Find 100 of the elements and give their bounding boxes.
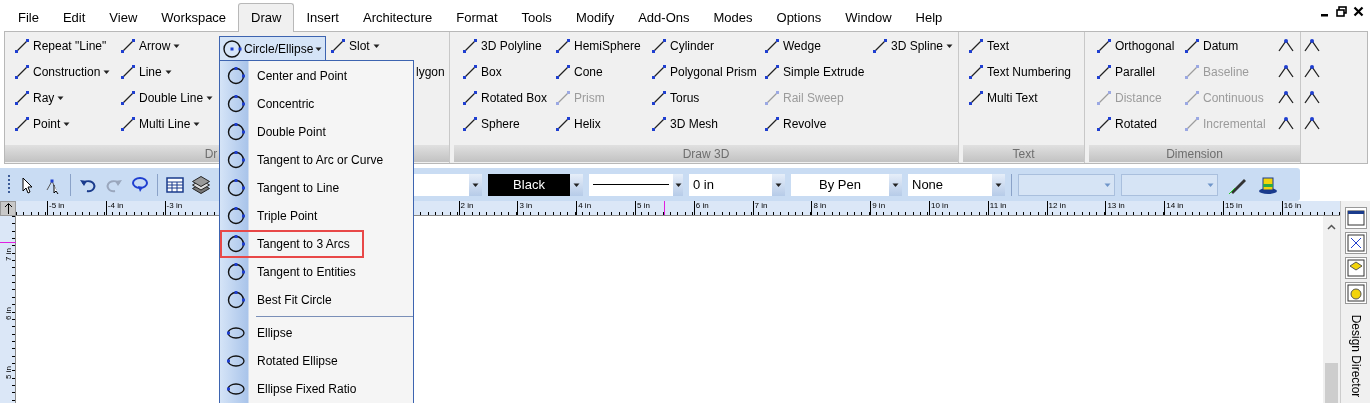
tool-button[interactable]: Point <box>14 111 71 137</box>
restore-icon[interactable] <box>1336 6 1347 17</box>
dimension-tool-icon[interactable] <box>1303 115 1321 131</box>
tool-button[interactable]: Sphere <box>462 111 520 137</box>
tool-button[interactable]: Slot <box>330 33 380 59</box>
scrollbar-thumb[interactable] <box>1325 363 1338 403</box>
tool-button[interactable]: Cone <box>555 59 603 85</box>
caret-icon <box>674 181 682 188</box>
menu-item[interactable]: Ellipse <box>220 319 307 347</box>
menu-tab[interactable]: Tools <box>509 4 564 31</box>
panel-button[interactable] <box>1344 257 1367 279</box>
tool-icon <box>14 90 30 106</box>
menu-tab[interactable]: Format <box>444 4 510 31</box>
menu-tab[interactable]: Edit <box>50 4 98 31</box>
menu-tab[interactable]: Help <box>903 4 955 31</box>
tool-button[interactable]: Polygonal Prism <box>651 59 757 85</box>
panel-tool-icon <box>1345 283 1366 303</box>
dimension-tool-icon[interactable] <box>1303 37 1321 53</box>
menu-item[interactable]: Ellipse Fixed Ratio <box>220 375 371 403</box>
menu-tab[interactable]: Modify <box>563 4 627 31</box>
tool-button[interactable]: Text Numbering <box>968 59 1072 85</box>
ruler-label: 2 in <box>458 201 474 215</box>
scroll-up-icon[interactable] <box>1327 224 1336 230</box>
caret-icon <box>775 181 782 188</box>
menu-tab[interactable]: View <box>97 4 150 31</box>
tool-button[interactable]: Box <box>462 59 502 85</box>
dropdown-button[interactable]: Circle/Ellipse <box>219 36 326 60</box>
tool-button[interactable]: Orthogonal <box>1096 33 1175 59</box>
toolbar-button[interactable] <box>192 175 210 194</box>
ellipse-icon <box>225 382 246 396</box>
dimension-tool-icon[interactable] <box>1277 37 1295 53</box>
menu-item[interactable]: Best Fit Circle <box>220 286 346 314</box>
vertical-scrollbar[interactable] <box>1323 216 1340 403</box>
dropdown-field[interactable] <box>589 173 683 196</box>
dimension-tool-icon[interactable] <box>1277 63 1295 79</box>
tool-button[interactable]: 3D Polyline <box>462 33 542 59</box>
line-style-icon <box>593 183 669 186</box>
tool-icon <box>764 38 780 54</box>
panel-button[interactable] <box>1344 282 1367 304</box>
tool-button[interactable]: Arrow <box>120 33 181 59</box>
ellipse-icon <box>225 326 246 340</box>
tool-button[interactable]: Rotated <box>1096 111 1158 137</box>
tool-button[interactable]: Simple Extrude <box>764 59 865 85</box>
tool-button[interactable]: Text <box>968 33 1009 59</box>
menu-tab[interactable]: Add-Ons <box>626 4 702 31</box>
tool-button[interactable]: Rotated Box <box>462 85 548 111</box>
tool-button[interactable]: Construction <box>14 59 111 85</box>
menu-item[interactable]: Double Point <box>220 118 340 146</box>
panel-button[interactable] <box>1344 207 1367 229</box>
menu-tab[interactable]: Modes <box>701 4 765 31</box>
dimension-tool-icon[interactable] <box>1277 115 1295 131</box>
tool-button[interactable]: Revolve <box>764 111 827 137</box>
tool-button[interactable]: Parallel <box>1096 59 1156 85</box>
dropdown-field[interactable]: By Pen <box>791 173 902 196</box>
menu-item[interactable]: Center and Point <box>220 62 362 90</box>
menu-tab[interactable]: Options <box>764 4 834 31</box>
toolbar-button[interactable] <box>1258 174 1278 195</box>
repeat-icon <box>131 175 149 194</box>
toolbar-button[interactable] <box>166 175 184 194</box>
tool-button[interactable]: 3D Spline <box>872 33 954 59</box>
menu-item[interactable]: Triple Point <box>220 202 332 230</box>
close-icon[interactable] <box>1353 6 1364 17</box>
menu-item[interactable]: Tangent to 3 Arcs <box>220 230 364 258</box>
tool-button[interactable]: Line <box>120 59 172 85</box>
menu-tab[interactable]: Draw <box>238 3 295 32</box>
tool-button[interactable]: HemiSphere <box>555 33 641 59</box>
tool-button[interactable]: Repeat "Line" <box>14 33 107 59</box>
tool-button[interactable]: Helix <box>555 111 601 137</box>
tool-button[interactable]: Torus <box>651 85 700 111</box>
tool-button[interactable]: Datum <box>1184 33 1239 59</box>
menu-item[interactable]: Tangent to Arc or Curve <box>220 146 398 174</box>
menu-item[interactable]: Concentric <box>220 90 329 118</box>
tool-icon <box>330 38 346 54</box>
menu-item[interactable]: Rotated Ellipse <box>220 347 352 375</box>
menu-tab[interactable]: Insert <box>294 4 351 31</box>
ruler-label: -5 in <box>47 201 65 215</box>
tool-button[interactable]: Double Line <box>120 85 214 111</box>
menu-tab[interactable]: File <box>6 4 51 31</box>
dropdown-field[interactable]: None <box>908 173 1005 196</box>
tool-button[interactable]: Multi Line <box>120 111 201 137</box>
menu-tab[interactable]: Workspace <box>149 4 239 31</box>
menu-tab[interactable]: Architecture <box>350 4 445 31</box>
tool-icon <box>764 64 780 80</box>
tool-icon <box>968 64 984 80</box>
group-label: Text <box>1012 145 1035 163</box>
dimension-tool-icon[interactable] <box>1303 63 1321 79</box>
menu-item[interactable]: Tangent to Entities <box>220 258 370 286</box>
tool-button[interactable]: Wedge <box>764 33 821 59</box>
dropdown-field[interactable]: Black <box>488 173 583 196</box>
dimension-tool-icon[interactable] <box>1277 89 1295 105</box>
dimension-tool-icon[interactable] <box>1303 89 1321 105</box>
dropdown-field[interactable]: 0 in <box>689 173 785 196</box>
tool-button[interactable]: Cylinder <box>651 33 714 59</box>
panel-button[interactable] <box>1344 232 1367 254</box>
tool-button[interactable]: 3D Mesh <box>651 111 719 137</box>
tool-button[interactable]: Multi Text <box>968 85 1038 111</box>
ruler-label: -4 in <box>105 201 124 215</box>
menu-tab[interactable]: Window <box>833 4 904 31</box>
menu-item[interactable]: Tangent to Line <box>220 174 354 202</box>
tool-button[interactable]: Ray <box>14 85 65 111</box>
